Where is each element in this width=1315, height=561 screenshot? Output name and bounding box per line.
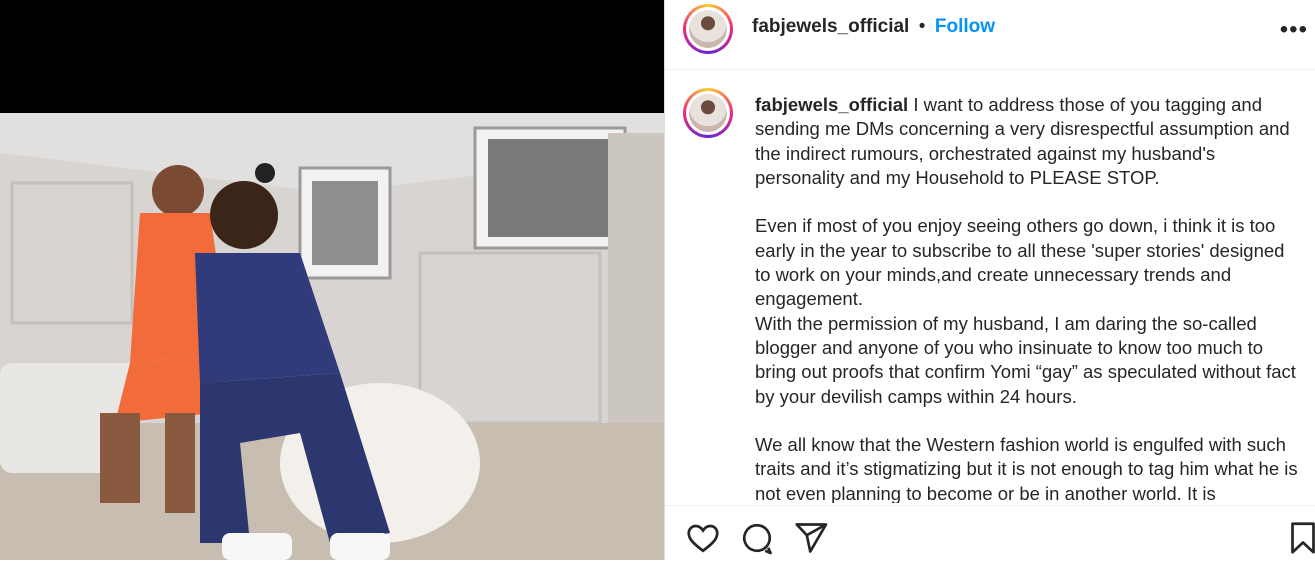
- separator-dot: •: [918, 16, 926, 37]
- header-user-line: fabjewels_official • Follow: [752, 16, 995, 38]
- caption-paragraph-4: We all know that the Western fashion wor…: [755, 434, 1298, 503]
- post-header: fabjewels_official • Follow •••: [665, 0, 1315, 70]
- heart-icon[interactable]: [685, 520, 721, 556]
- avatar-image: [689, 10, 727, 48]
- caption-paragraph-3: With the permission of my husband, I am …: [755, 312, 1296, 407]
- post-photo: [0, 113, 664, 560]
- follow-button[interactable]: Follow: [935, 16, 995, 37]
- caption-author-avatar[interactable]: [683, 88, 733, 138]
- bookmark-icon[interactable]: [1285, 520, 1315, 556]
- avatar-image: [689, 94, 727, 132]
- action-bar: [665, 505, 1315, 561]
- caption-paragraph-1: fabjewels_official I want to address tho…: [755, 93, 1300, 190]
- author-username[interactable]: fabjewels_official: [752, 16, 909, 37]
- share-icon[interactable]: [793, 520, 829, 556]
- couple-photo-illustration: [0, 113, 664, 560]
- comment-icon[interactable]: [739, 520, 775, 556]
- post-caption: fabjewels_official I want to address tho…: [755, 93, 1300, 503]
- caption-username[interactable]: fabjewels_official: [755, 94, 908, 115]
- author-avatar[interactable]: [683, 4, 733, 54]
- post-media[interactable]: [0, 0, 664, 560]
- caption-paragraph-2: Even if most of you enjoy seeing others …: [755, 215, 1285, 310]
- post-sidebar: fabjewels_official • Follow ••• fabjewel…: [664, 0, 1315, 560]
- post-view: fabjewels_official • Follow ••• fabjewel…: [0, 0, 1315, 560]
- more-options-icon[interactable]: •••: [1280, 16, 1308, 44]
